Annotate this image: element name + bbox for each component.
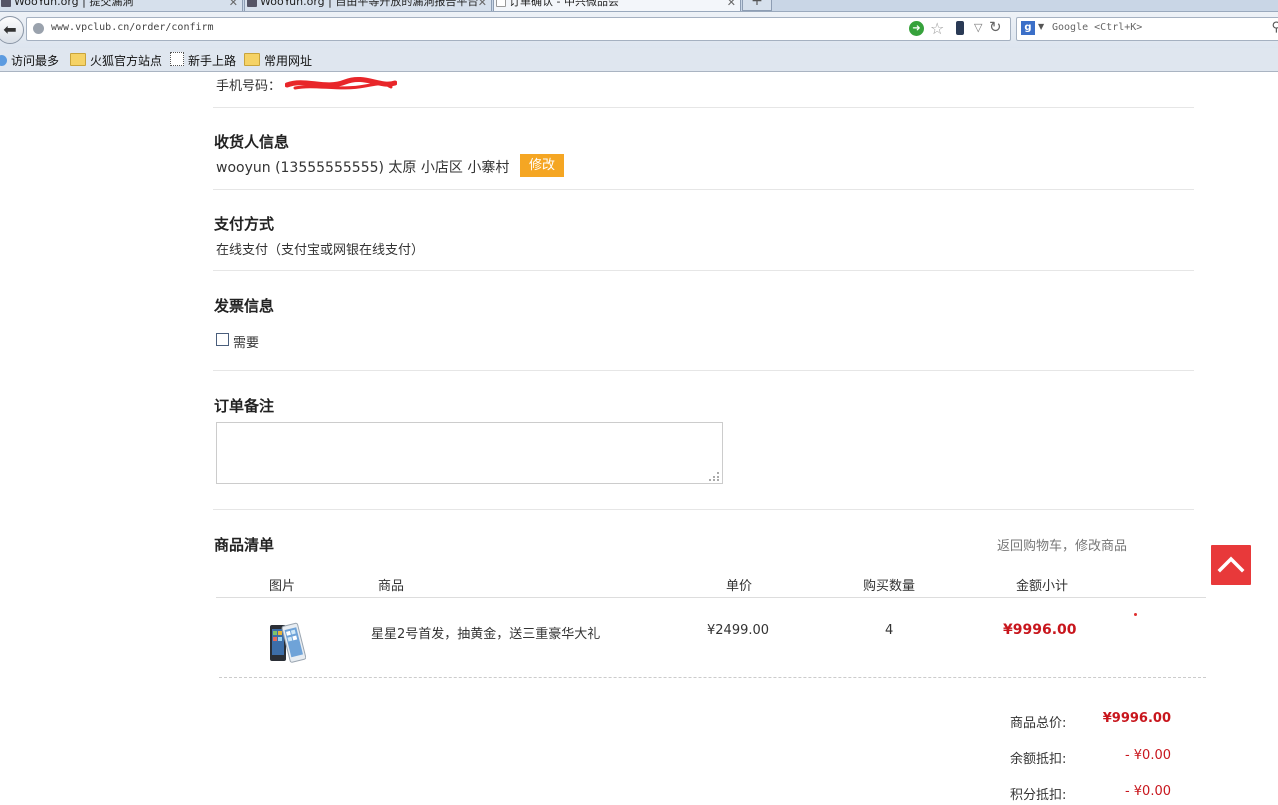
url-text[interactable]: www.vpclub.cn/order/confirm (51, 22, 214, 33)
total-price-label: 商品总价: (1010, 716, 1067, 731)
total-price-value: ¥9996.00 (1102, 711, 1171, 726)
product-phone-image[interactable] (268, 621, 306, 665)
receiver-section-title: 收货人信息 (214, 133, 290, 151)
divider (213, 107, 1194, 108)
reload-icon[interactable]: ↻ (989, 18, 1002, 36)
invoice-need-checkbox[interactable] (216, 333, 229, 346)
column-header-quantity: 购买数量 (863, 579, 916, 594)
wooyun-favicon-icon (247, 0, 257, 7)
chevron-down-icon[interactable]: ▼ (1038, 22, 1044, 31)
product-quantity: 4 (885, 623, 894, 638)
bookmark-star-icon[interactable]: ☆ (930, 19, 944, 38)
go-arrow-icon[interactable]: ➜ (909, 21, 924, 36)
scroll-to-top-button[interactable] (1211, 545, 1251, 585)
folder-icon (70, 53, 86, 66)
bookmark-most-visited[interactable]: 访问最多 (0, 52, 59, 69)
table-header-divider (216, 597, 1206, 598)
resize-grip-icon[interactable] (708, 471, 720, 482)
folder-icon (244, 53, 260, 66)
bookmarks-toolbar: 访问最多 火狐官方站点 新手上路 常用网址 (0, 48, 1278, 72)
close-icon[interactable]: ✕ (727, 0, 736, 10)
back-button[interactable]: ⬅ (0, 16, 24, 44)
page-icon (170, 52, 184, 66)
invoice-need-label[interactable]: 需要 (233, 332, 259, 351)
bookmark-label: 新手上路 (188, 54, 237, 68)
tab-title: WooYun.org | 提交漏洞 (14, 0, 134, 8)
goods-section-title: 商品清单 (214, 536, 275, 554)
wooyun-favicon-icon (1, 0, 11, 7)
tab-wooyun-home[interactable]: WooYun.org | 自由平等开放的漏洞报告平台 ✕ (244, 0, 492, 11)
google-icon[interactable]: g (1021, 21, 1035, 35)
tab-title: WooYun.org | 自由平等开放的漏洞报告平台 (260, 0, 479, 8)
globe-icon (0, 55, 7, 66)
column-header-unit-price: 单价 (726, 579, 753, 594)
bookmark-firefox-site[interactable]: 火狐官方站点 (70, 52, 162, 69)
invoice-section-title: 发票信息 (214, 297, 275, 315)
points-deduction-label: 积分抵扣: (1010, 788, 1067, 803)
bookmark-label: 访问最多 (11, 54, 60, 68)
chevron-down-icon[interactable]: ▽ (974, 21, 982, 34)
row-dashed-divider (219, 677, 1206, 678)
red-dot-marker (1134, 613, 1137, 616)
divider (213, 270, 1194, 271)
search-icon[interactable]: ⚲ (1271, 20, 1278, 35)
new-tab-button[interactable]: + (742, 0, 772, 11)
points-deduction-value: - ¥0.00 (1124, 784, 1171, 799)
divider (213, 189, 1194, 190)
arrow-left-icon: ⬅ (3, 20, 17, 39)
navigation-bar: ⬅ www.vpclub.cn/order/confirm ➜ ☆ ▽ ↻ g … (0, 12, 1278, 48)
bookmark-label: 常用网址 (264, 54, 313, 68)
column-header-product: 商品 (378, 579, 405, 594)
address-bar[interactable]: www.vpclub.cn/order/confirm ➜ ☆ ▽ ↻ (26, 17, 1011, 41)
product-unit-price: ¥2499.00 (707, 623, 770, 638)
tab-wooyun-submit[interactable]: WooYun.org | 提交漏洞 ✕ (0, 0, 243, 11)
divider (213, 509, 1194, 510)
search-bar[interactable]: g ▼ Google <Ctrl+K> ⚲ (1016, 17, 1278, 41)
phone-label: 手机号码： (216, 79, 282, 94)
close-icon[interactable]: ✕ (478, 0, 487, 10)
remark-section-title: 订单备注 (214, 397, 275, 415)
payment-section-title: 支付方式 (214, 215, 275, 233)
payment-method: 在线支付（支付宝或网银在线支付） (216, 243, 425, 258)
bookmark-label: 火狐官方站点 (90, 54, 163, 68)
globe-icon (33, 23, 44, 34)
plus-icon: + (751, 0, 763, 9)
search-input[interactable]: Google <Ctrl+K> (1052, 22, 1142, 33)
order-remark-textarea[interactable] (216, 422, 723, 484)
balance-deduction-value: - ¥0.00 (1124, 748, 1171, 763)
mobile-device-icon[interactable] (956, 21, 964, 35)
receiver-info: wooyun (13555555555) 太原 小店区 小寨村 (216, 160, 510, 176)
order-confirm-page: 手机号码： 收货人信息 wooyun (13555555555) 太原 小店区 … (0, 72, 1278, 805)
tab-bar: WooYun.org | 提交漏洞 ✕ WooYun.org | 自由平等开放的… (0, 0, 1278, 12)
page-favicon-icon (496, 0, 506, 7)
bookmark-getting-started[interactable]: 新手上路 (170, 52, 236, 69)
product-name[interactable]: 星星2号首发，抽黄金，送三重豪华大礼 (371, 623, 600, 642)
column-header-subtotal: 金额小计 (1016, 579, 1069, 594)
edit-receiver-button[interactable]: 修改 (520, 154, 564, 177)
chevron-up-icon (1217, 556, 1245, 573)
tab-order-confirm[interactable]: 订单确认 - 中兴微品会 ✕ (493, 0, 741, 11)
redaction-scribble (285, 76, 397, 90)
tab-title: 订单确认 - 中兴微品会 (509, 0, 619, 8)
column-header-image: 图片 (269, 579, 296, 594)
back-to-cart-link[interactable]: 返回购物车，修改商品 (997, 535, 1127, 554)
bookmark-common-sites[interactable]: 常用网址 (244, 52, 312, 69)
product-subtotal: ¥9996.00 (1003, 622, 1077, 638)
balance-deduction-label: 余额抵扣: (1010, 752, 1067, 767)
close-icon[interactable]: ✕ (229, 0, 238, 10)
divider (213, 370, 1194, 371)
